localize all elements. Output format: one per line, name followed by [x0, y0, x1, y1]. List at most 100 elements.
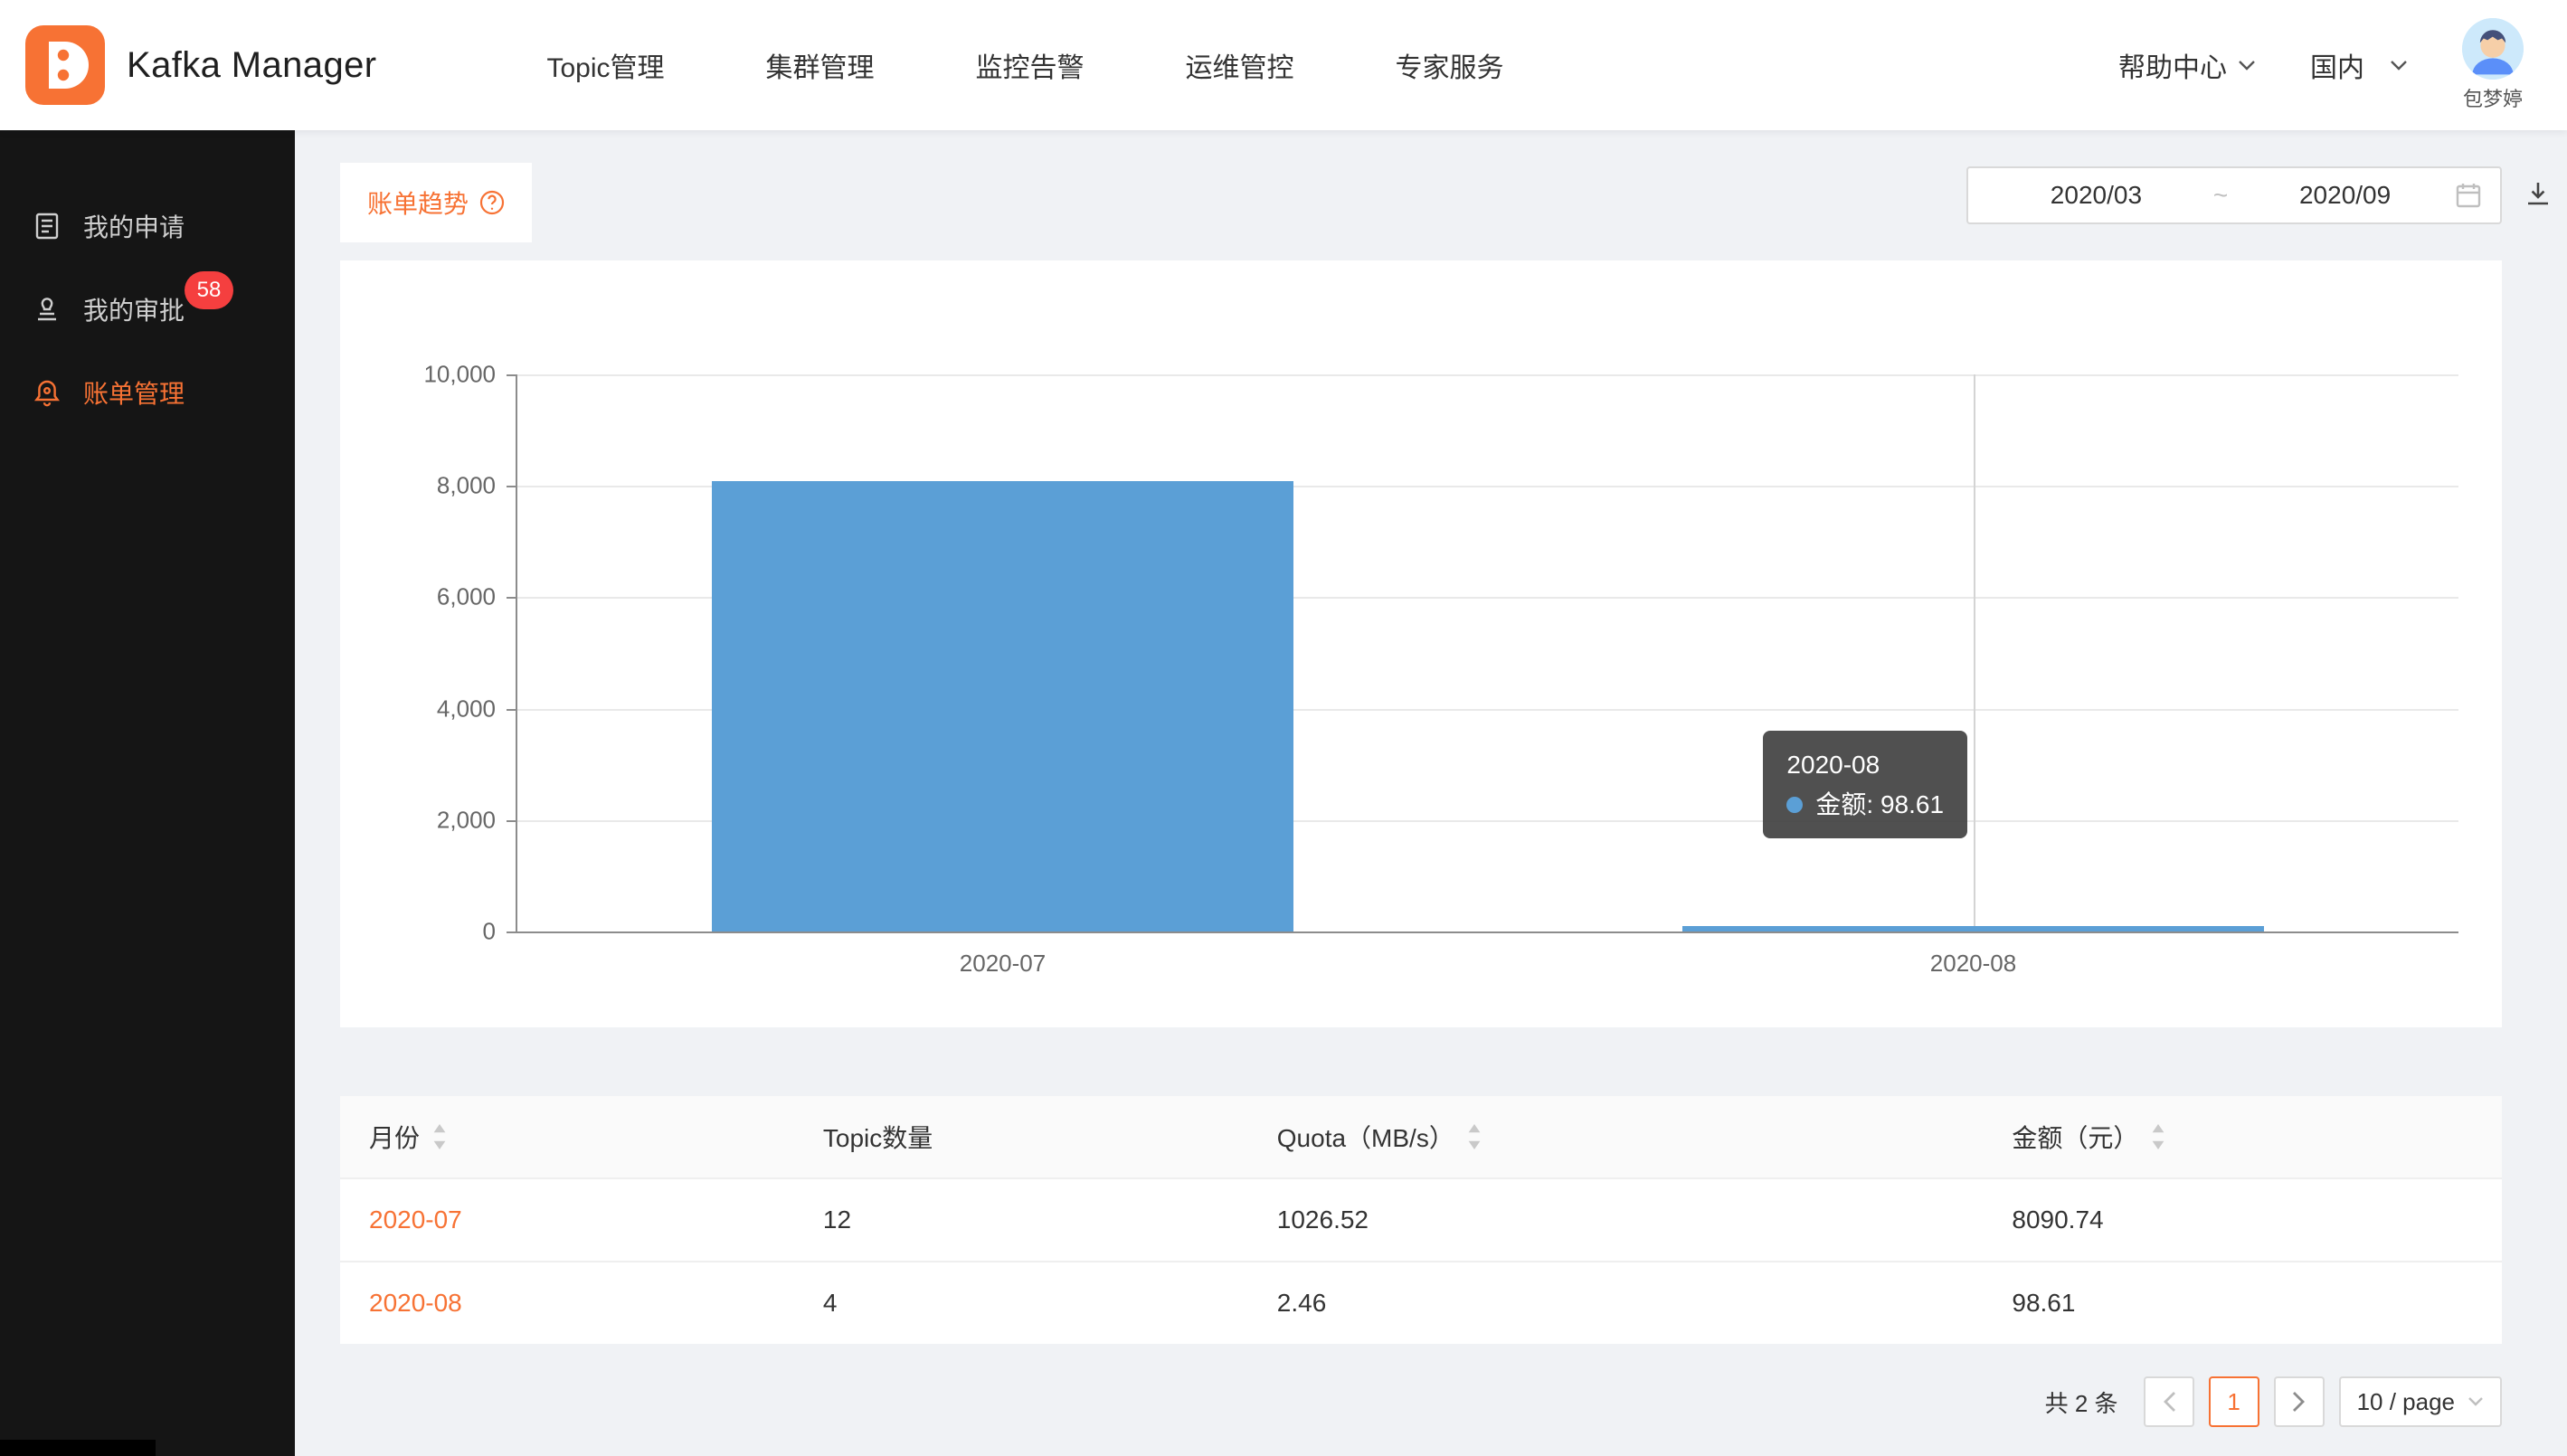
help-center-label: 帮助中心: [2118, 45, 2227, 85]
sidebar-collapse-trigger[interactable]: [0, 1440, 156, 1456]
date-range-start[interactable]: 2020/03: [1986, 181, 2206, 210]
date-range-picker[interactable]: 2020/03 ~ 2020/09: [1966, 166, 2502, 224]
column-header-month[interactable]: 月份: [340, 1119, 794, 1155]
y-axis-label: 2,000: [437, 806, 496, 834]
column-header-topic-count: Topic数量: [794, 1119, 1248, 1155]
cell-month: 2020-08: [340, 1289, 794, 1318]
page-1-button[interactable]: 1: [2209, 1376, 2259, 1427]
cell-quota: 1026.52: [1248, 1205, 1984, 1234]
bar-2020-07[interactable]: [712, 481, 1294, 931]
approval-stamp-icon: [33, 295, 62, 324]
bar-2020-08[interactable]: [1682, 926, 2265, 931]
table-row: 2020-07 12 1026.52 8090.74: [340, 1177, 2502, 1261]
month-link[interactable]: 2020-08: [369, 1289, 462, 1318]
sidebar-item-bill-management[interactable]: 账单管理: [0, 351, 295, 434]
column-header-quota[interactable]: Quota（MB/s）: [1248, 1119, 1984, 1155]
pagination-total: 共 2 条: [2045, 1385, 2118, 1419]
cell-quota: 2.46: [1248, 1289, 1984, 1318]
cell-topic-count: 12: [794, 1205, 1248, 1234]
bill-bell-icon: [33, 378, 62, 407]
date-range-separator: ~: [2206, 181, 2235, 210]
series-dot-icon: [1786, 797, 1803, 813]
nav-expert-service[interactable]: 专家服务: [1396, 45, 1504, 85]
nav-cluster-management[interactable]: 集群管理: [766, 45, 875, 85]
y-axis-label: 8,000: [437, 472, 496, 500]
y-axis-label: 4,000: [437, 695, 496, 723]
chevron-down-icon: [2238, 60, 2256, 71]
calendar-icon: [2455, 182, 2482, 209]
chevron-down-icon: [2468, 1396, 2484, 1407]
x-axis-label-2020-07: 2020-07: [960, 950, 1046, 978]
table-row: 2020-08 4 2.46 98.61: [340, 1261, 2502, 1344]
cell-amount: 8090.74: [1983, 1205, 2502, 1234]
y-axis-tick: [507, 709, 517, 711]
y-axis-label: 0: [483, 918, 496, 946]
region-label: 国内: [2310, 45, 2364, 85]
billing-toolbar: 账单趋势 2020/03 ~ 2020/09: [340, 163, 2502, 257]
sidebar-item-label: 我的审批: [83, 291, 185, 327]
sidebar-item-my-applications[interactable]: 我的申请: [0, 184, 295, 268]
main-nav: Topic管理 集群管理 监控告警 运维管控 专家服务: [546, 45, 1503, 85]
y-axis-tick: [507, 486, 517, 487]
tab-bill-trend[interactable]: 账单趋势: [340, 163, 532, 242]
column-label: Quota（MB/s）: [1277, 1119, 1454, 1155]
prev-page-button[interactable]: [2144, 1376, 2194, 1427]
y-axis-label: 6,000: [437, 583, 496, 611]
table-header-row: 月份 Topic数量 Quota（MB/s） 金额（元）: [340, 1096, 2502, 1177]
kafka-manager-app: Kafka Manager Topic管理 集群管理 监控告警 运维管控 专家服…: [0, 0, 2567, 1456]
approvals-count-badge: 58: [185, 271, 233, 309]
bill-trend-chart-card: 10,000 8,000 6,000 4,000 2,000 0 2020-08…: [340, 260, 2502, 1027]
tooltip-title: 2020-08: [1786, 745, 1944, 784]
top-header: Kafka Manager Topic管理 集群管理 监控告警 运维管控 专家服…: [0, 0, 2567, 130]
date-range-end[interactable]: 2020/09: [2235, 181, 2455, 210]
app-title: Kafka Manager: [127, 45, 376, 86]
user-name: 包梦婷: [2463, 83, 2523, 112]
main-content: 账单趋势 2020/03 ~ 2020/09: [295, 130, 2567, 1456]
sort-icon[interactable]: [2151, 1124, 2165, 1149]
page-size-select[interactable]: 10 / page: [2339, 1376, 2502, 1427]
x-axis-label-2020-08: 2020-08: [1930, 950, 2016, 978]
bar-chart-plot: 10,000 8,000 6,000 4,000 2,000 0 2020-08…: [516, 374, 2458, 933]
pagination: 共 2 条 1 10 / page: [340, 1376, 2502, 1427]
y-axis-tick: [507, 374, 517, 376]
month-link[interactable]: 2020-07: [369, 1205, 462, 1234]
app-logo-icon: [25, 25, 105, 105]
page-size-value: 10 / page: [2357, 1388, 2455, 1416]
bill-table: 月份 Topic数量 Quota（MB/s） 金额（元） 2020-07 12: [340, 1096, 2502, 1344]
chevron-down-icon: [2390, 60, 2408, 71]
y-axis-label: 10,000: [423, 361, 496, 389]
sidebar-item-my-approvals[interactable]: 我的审批 58: [0, 268, 295, 351]
nav-ops-control[interactable]: 运维管控: [1186, 45, 1294, 85]
y-axis-tick: [507, 597, 517, 599]
sidebar: 我的申请 我的审批 58 账单管理: [0, 130, 295, 1456]
sort-icon[interactable]: [432, 1124, 447, 1149]
region-select[interactable]: 国内: [2310, 45, 2408, 85]
chart-tooltip: 2020-08 金额: 98.61: [1763, 731, 1967, 838]
gridline: [517, 374, 2458, 376]
download-icon[interactable]: [2524, 179, 2553, 208]
column-label: Topic数量: [823, 1119, 933, 1155]
nav-monitor-alert[interactable]: 监控告警: [976, 45, 1085, 85]
sidebar-item-label: 账单管理: [83, 374, 185, 411]
question-circle-icon[interactable]: [479, 190, 505, 215]
document-icon: [33, 212, 62, 241]
sort-icon[interactable]: [1467, 1124, 1482, 1149]
tab-bill-trend-label: 账单趋势: [367, 184, 469, 221]
column-label: 金额（元）: [2012, 1119, 2138, 1155]
y-axis-tick: [507, 820, 517, 822]
tooltip-value-row: 金额: 98.61: [1786, 785, 1944, 824]
column-label: 月份: [369, 1119, 420, 1155]
y-axis-tick: [507, 931, 517, 933]
column-header-amount[interactable]: 金额（元）: [1983, 1119, 2502, 1155]
next-page-button[interactable]: [2274, 1376, 2325, 1427]
help-center-menu[interactable]: 帮助中心: [2118, 45, 2256, 85]
avatar[interactable]: [2462, 18, 2524, 80]
sidebar-item-label: 我的申请: [83, 208, 185, 244]
tooltip-value: 金额: 98.61: [1815, 790, 1944, 818]
user-menu[interactable]: 包梦婷: [2462, 18, 2524, 112]
chart-crosshair-line: [1974, 374, 1975, 931]
cell-month: 2020-07: [340, 1205, 794, 1234]
nav-topic-management[interactable]: Topic管理: [546, 45, 664, 85]
cell-amount: 98.61: [1983, 1289, 2502, 1318]
header-right: 帮助中心 国内 包梦婷: [2118, 18, 2524, 112]
